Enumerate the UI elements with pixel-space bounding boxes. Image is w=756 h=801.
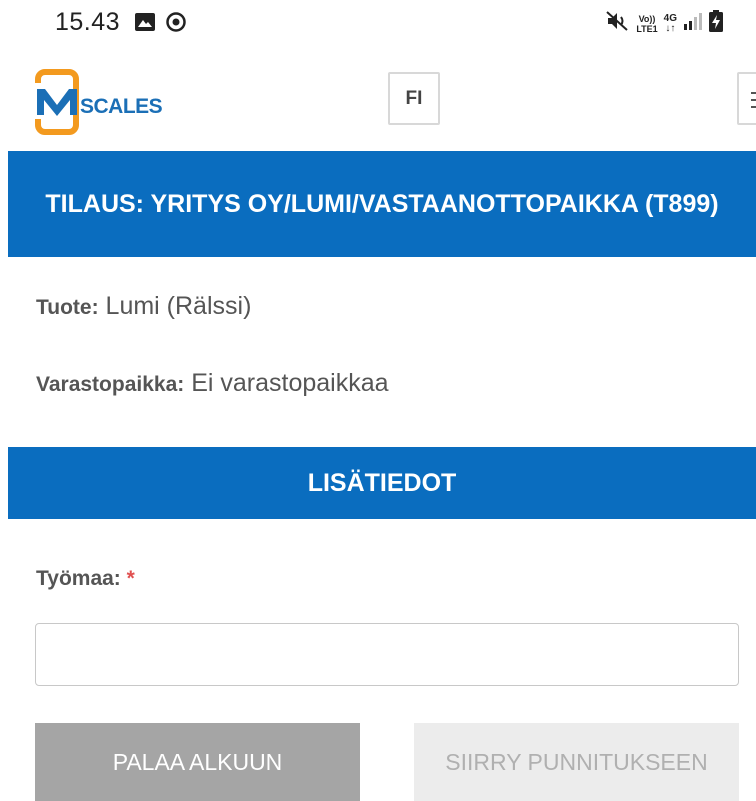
sync-icon xyxy=(165,11,187,38)
status-indicators: Vo)) LTE1 4G ↓↑ xyxy=(606,10,723,37)
mute-icon xyxy=(606,11,630,36)
extra-info-banner: LISÄTIEDOT xyxy=(8,447,756,519)
extra-info-title: LISÄTIEDOT xyxy=(307,468,457,497)
gallery-icon xyxy=(135,13,155,36)
status-time: 15.43 xyxy=(55,8,121,36)
site-label-text: Työmaa: xyxy=(36,567,121,590)
volte-bottom: LTE1 xyxy=(636,23,658,34)
go-to-weighing-button[interactable]: SIIRRY PUNNITUKSEEN xyxy=(414,723,739,801)
storage-value: Ei varastopaikkaa xyxy=(191,369,389,397)
back-to-start-button[interactable]: PALAA ALKUUN xyxy=(35,723,360,801)
required-mark: * xyxy=(126,567,135,590)
battery-charging-icon xyxy=(709,10,723,37)
status-bar: 15.43 Vo)) LTE1 4G ↓↑ xyxy=(0,0,756,46)
logo-text: SCALES xyxy=(80,95,163,118)
volte-indicator: Vo)) LTE1 xyxy=(636,14,657,34)
order-title-banner: TILAUS: YRITYS OY/LUMI/VASTAANOTTOPAIKKA… xyxy=(8,151,756,257)
data-arrows-icon: ↓↑ xyxy=(665,22,676,34)
volte-top: Vo)) xyxy=(638,13,656,24)
storage-label: Varastopaikka: xyxy=(36,373,185,396)
network-indicator: 4G ↓↑ xyxy=(663,12,677,34)
menu-button[interactable] xyxy=(737,72,756,125)
network-type: 4G xyxy=(663,12,677,24)
signal-icon xyxy=(683,12,703,35)
product-value: Lumi (Rälssi) xyxy=(105,292,252,320)
site-input[interactable] xyxy=(35,623,739,686)
product-row: Tuote: Lumi (Rälssi) xyxy=(36,292,251,321)
language-button[interactable]: FI xyxy=(388,72,440,125)
site-label: Työmaa: * xyxy=(36,567,135,591)
storage-row: Varastopaikka: Ei varastopaikkaa xyxy=(36,369,389,398)
order-title: TILAUS: YRITYS OY/LUMI/VASTAANOTTOPAIKKA… xyxy=(45,190,719,218)
logo-icon[interactable] xyxy=(35,69,79,140)
product-label: Tuote: xyxy=(36,296,99,319)
